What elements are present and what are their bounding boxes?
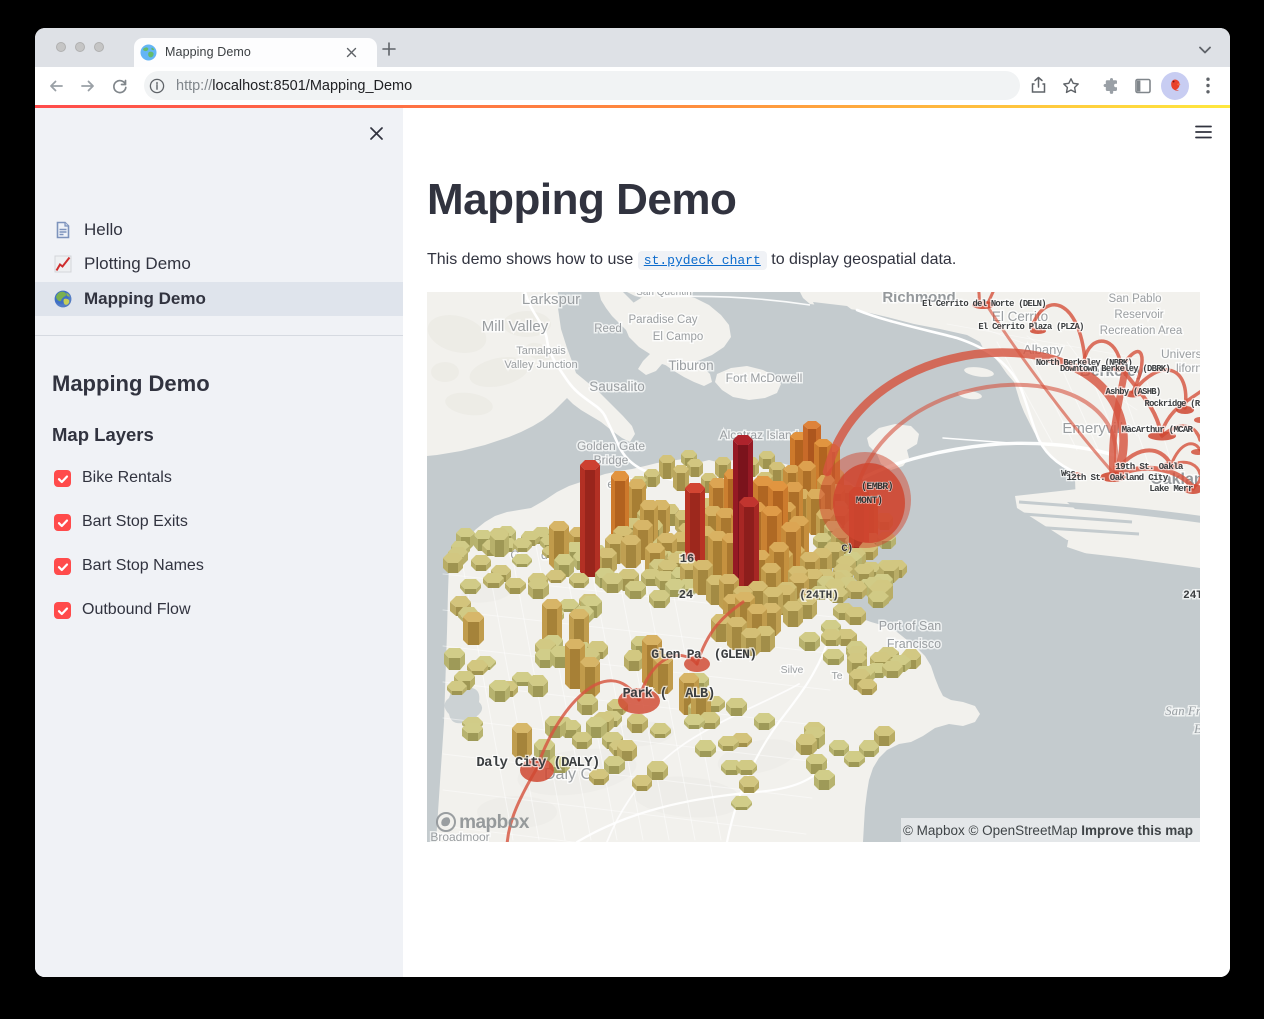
svg-text:Sausalito: Sausalito <box>589 379 645 394</box>
svg-text:MONT): MONT) <box>856 495 883 507</box>
svg-text:B: B <box>1194 721 1200 736</box>
svg-text:Lake Merr: Lake Merr <box>1149 483 1193 494</box>
svg-text:ALB): ALB) <box>685 687 715 702</box>
svg-text:Reed: Reed <box>594 323 622 335</box>
svg-text:Recreation Area: Recreation Area <box>1100 325 1183 337</box>
svg-text:Glen Pa: Glen Pa <box>651 647 702 662</box>
svg-text:Larkspur: Larkspur <box>522 292 580 308</box>
svg-text:mapbox: mapbox <box>459 812 530 833</box>
svg-text:Ashby (ASHB): Ashby (ASHB) <box>1106 387 1161 397</box>
svg-text:San Fr: San Fr <box>1165 703 1200 718</box>
svg-text:Alcatraz Island: Alcatraz Island <box>720 428 799 442</box>
svg-text:liforn: liforn <box>1176 361 1200 375</box>
svg-text:Daly City (DALY): Daly City (DALY) <box>476 755 599 771</box>
svg-text:Fort McDowell: Fort McDowell <box>726 371 803 385</box>
svg-text:San Quentin: San Quentin <box>636 292 692 298</box>
svg-text:(GLEN): (GLEN) <box>714 647 757 662</box>
svg-text:12th St. Oakland City: 12th St. Oakland City <box>1066 472 1168 483</box>
svg-text:© Mapbox © OpenStreetMap Impro: © Mapbox © OpenStreetMap Improve this ma… <box>903 823 1193 838</box>
svg-text:El Cerrito del Norte (DELN): El Cerrito del Norte (DELN) <box>922 299 1046 309</box>
svg-text:24T: 24T <box>1183 590 1200 602</box>
svg-text:C): C) <box>841 543 852 555</box>
svg-text:Valley Junction: Valley Junction <box>504 359 577 371</box>
svg-text:Reservoir: Reservoir <box>1114 309 1163 321</box>
svg-text:El Cerrito Plaza (PLZA): El Cerrito Plaza (PLZA) <box>978 322 1083 332</box>
svg-text:24: 24 <box>679 588 693 602</box>
svg-text:Tiburon: Tiburon <box>668 358 713 373</box>
svg-text:Park (: Park ( <box>623 687 667 702</box>
svg-text:San Pablo: San Pablo <box>1108 293 1161 305</box>
svg-text:Te: Te <box>831 670 842 682</box>
svg-text:Universit: Universit <box>1161 347 1200 361</box>
svg-text:Golden Gate: Golden Gate <box>577 439 645 453</box>
svg-text:Paradise Cay: Paradise Cay <box>628 314 697 326</box>
svg-text:Silve: Silve <box>781 664 804 676</box>
svg-text:MacArthur (MCAR: MacArthur (MCAR <box>1122 425 1194 435</box>
svg-text:Rockridge (R: Rockridge (R <box>1145 399 1200 409</box>
svg-text:Port of San: Port of San <box>879 619 942 633</box>
svg-text:El Campo: El Campo <box>653 331 704 343</box>
svg-text:16: 16 <box>680 552 694 566</box>
svg-text:(EMBR): (EMBR) <box>861 481 893 493</box>
svg-text:Tamalpais: Tamalpais <box>516 345 566 357</box>
svg-text:(24TH): (24TH) <box>799 590 839 602</box>
svg-text:Mill Valley: Mill Valley <box>482 318 549 335</box>
svg-text:19th St. Oakla: 19th St. Oakla <box>1115 461 1184 472</box>
svg-text:Downtown Berkeley (DBRK): Downtown Berkeley (DBRK) <box>1060 364 1170 374</box>
